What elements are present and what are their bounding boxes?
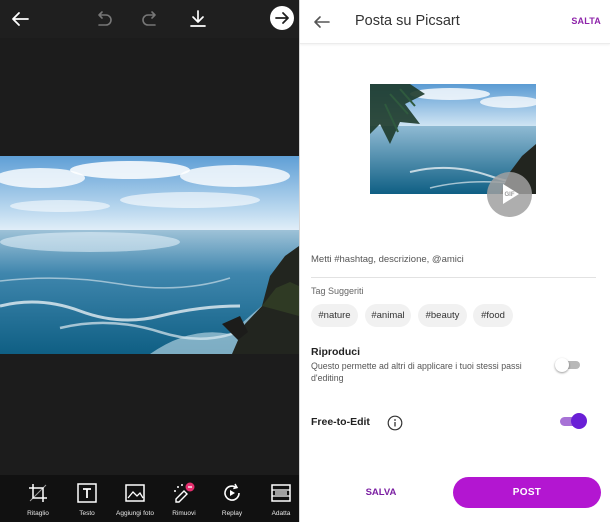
add-photo-icon [123,481,147,505]
skip-button[interactable]: SALTA [571,16,601,26]
download-icon[interactable] [186,7,210,31]
back-arrow-icon[interactable] [312,12,332,32]
gif-play-icon[interactable]: GIF [487,172,532,217]
page-title: Posta su Picsart [355,13,460,29]
replay-setting-title: Riproduci [311,346,360,358]
fit-icon [269,481,293,505]
tool-crop[interactable]: Ritaglio [15,475,61,522]
gif-label: GIF [504,192,515,198]
tool-fit[interactable]: Adatta [258,475,304,522]
toggle-knob [571,413,587,429]
tool-add-photo[interactable]: Aggiungi foto [112,475,158,522]
suggested-tags-label: Tag Suggeriti [311,286,364,296]
post-screen: Posta su Picsart SALTA GIF Metti #hashta… [300,0,610,522]
tag-chip[interactable]: #animal [365,304,411,327]
crop-icon [26,481,50,505]
undo-icon[interactable] [91,7,115,31]
tool-replay[interactable]: Replay [209,475,255,522]
post-header: Posta su Picsart SALTA [300,0,610,44]
tag-chip[interactable]: #beauty [418,304,467,327]
tool-text[interactable]: Testo [64,475,110,522]
replay-setting-description: Questo permette ad altri di applicare i … [311,361,522,383]
tag-chip[interactable]: #nature [311,304,358,327]
replay-icon [220,481,244,505]
caption-input[interactable]: Metti #hashtag, descrizione, @amici [311,254,464,265]
edited-photo[interactable] [0,156,299,354]
redo-icon[interactable] [139,7,163,31]
back-arrow-icon[interactable] [8,7,32,31]
remove-icon [172,481,196,505]
caption-underline [311,277,596,278]
replay-toggle[interactable] [555,358,581,372]
text-icon [75,481,99,505]
editor-toolbar: Ritaglio Testo Aggiungi foto Rimuovi Rep… [0,475,299,522]
next-arrow-icon[interactable] [270,6,294,30]
info-icon[interactable] [387,415,403,431]
free-to-edit-toggle[interactable] [558,413,587,429]
toggle-knob [555,358,569,372]
save-button[interactable]: SALVA [356,484,406,502]
free-to-edit-title: Free-to-Edit [311,416,370,428]
editor-top-bar [0,0,299,38]
post-button[interactable]: POST [453,477,601,508]
editor-screen: Ritaglio Testo Aggiungi foto Rimuovi Rep… [0,0,299,522]
tag-chip[interactable]: #food [473,304,513,327]
tool-remove[interactable]: Rimuovi [161,475,207,522]
